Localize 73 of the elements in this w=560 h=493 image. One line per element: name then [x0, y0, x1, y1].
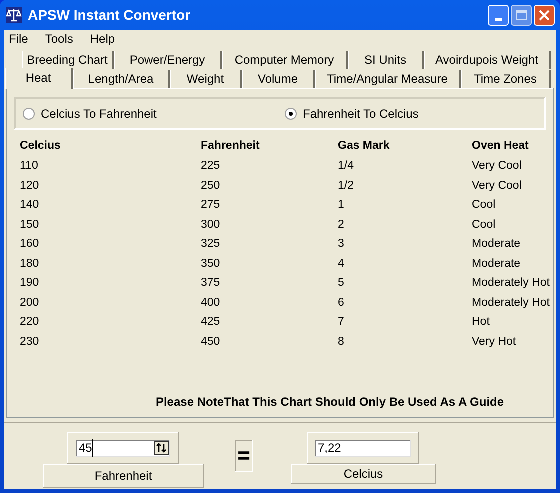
table-cell-text: 275	[201, 198, 222, 213]
tab[interactable]: Volume	[242, 70, 315, 88]
maximize-button[interactable]	[511, 4, 532, 26]
close-button[interactable]	[534, 4, 555, 26]
tab[interactable]: Time/Angular Measure	[315, 70, 461, 88]
table-cell-text: 325	[201, 237, 222, 252]
celcius-button[interactable]: Celcius	[291, 464, 436, 484]
menu-item[interactable]: File	[9, 30, 28, 48]
table-cell-text: 5	[338, 276, 346, 291]
table-cell-text: 450	[201, 334, 222, 350]
table-cell-text: 1/2	[338, 178, 355, 194]
tab[interactable]: Heat	[5, 68, 73, 89]
table-cell-text: Moderately Hot	[472, 296, 550, 310]
fahrenheit-button[interactable]: Fahrenheit	[43, 464, 204, 488]
table-cell-text: Cool	[472, 218, 497, 232]
column-header: Celcius	[20, 139, 62, 154]
table-cell-text: Hot	[472, 315, 491, 330]
tab[interactable]: Avoirdupois Weight	[424, 51, 551, 69]
table-cell-text: 160	[20, 237, 40, 252]
table-cell-text: 230	[20, 334, 40, 350]
table-cell-text: 3	[338, 237, 346, 252]
menu-item[interactable]: Tools	[45, 30, 74, 48]
tab[interactable]: Power/Energy	[114, 51, 222, 69]
window-title: APSW Instant Convertor	[28, 6, 191, 24]
table-cell-text: 150	[20, 218, 40, 232]
table-cell-text: Moderate	[472, 256, 522, 272]
minimize-button[interactable]	[488, 4, 509, 26]
tab[interactable]: Time Zones	[461, 70, 551, 88]
table-cell-text: 6	[338, 296, 346, 310]
tab[interactable]: Length/Area	[73, 70, 170, 88]
table-cell-text: 425	[201, 315, 222, 330]
table-cell-text: Moderately Hot	[472, 276, 550, 291]
table-cell-text: 400	[201, 296, 222, 310]
table-cell-text: 2	[338, 218, 346, 232]
table-cell-text: 1/4	[338, 159, 355, 174]
tab[interactable]: Breeding Chart	[22, 51, 114, 69]
table-cell-text: 190	[20, 276, 40, 291]
table-cell-text: 180	[20, 256, 40, 272]
table-cell-text: 375	[201, 276, 222, 291]
table-cell-text: Moderate	[472, 237, 522, 252]
tab[interactable]: SI Units	[348, 51, 424, 69]
table-cell-text: 140	[20, 198, 40, 213]
scales-icon	[6, 7, 22, 23]
column-header: Gas Mark	[338, 139, 391, 154]
table-cell-text: 200	[20, 296, 40, 310]
table-cell-text: 110	[20, 159, 40, 174]
table-cell-text: 4	[338, 256, 346, 272]
radio-option[interactable]: Celcius To Fahrenheit	[23, 104, 285, 122]
table-cell-text: Cool	[472, 198, 497, 213]
table-cell-text: Very Cool	[472, 178, 523, 194]
table-cell-text: Very Hot	[472, 334, 518, 350]
table-cell-text: 220	[20, 315, 40, 330]
equals-sign: =	[238, 445, 250, 467]
table-cell-text: 7	[338, 315, 346, 330]
tab[interactable]: Computer Memory	[222, 51, 348, 69]
tab[interactable]: Weight	[170, 70, 242, 88]
table-cell-text: 1	[338, 198, 346, 213]
table-cell-text: 225	[201, 159, 222, 174]
table-cell-text: 250	[201, 178, 222, 194]
close-icon	[539, 10, 550, 20]
table-cell-text: Very Cool	[472, 159, 523, 174]
table-cell-text: 8	[338, 334, 346, 350]
table-cell-text: 300	[201, 218, 222, 232]
disclaimer-note: Please NoteThat This Chart Should Only Be Used As A Guide	[156, 394, 504, 411]
spin-arrows-icon[interactable]	[154, 441, 169, 455]
table-cell-text: 120	[20, 178, 40, 194]
menu-item[interactable]: Help	[90, 30, 116, 48]
radio-option[interactable]: Fahrenheit To Celcius	[285, 104, 419, 122]
number-input-field[interactable]: 45	[76, 440, 170, 456]
result-field[interactable]: 7,22	[315, 440, 411, 456]
column-header: Fahrenheit	[201, 139, 261, 154]
table-cell-text: 350	[201, 256, 222, 272]
column-header: Oven Heat	[472, 139, 530, 154]
